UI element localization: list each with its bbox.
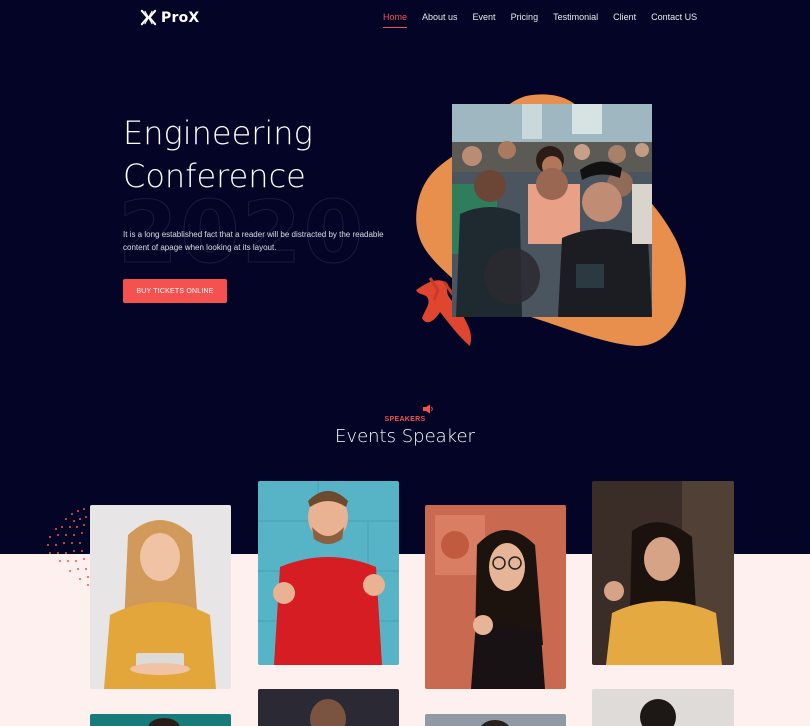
nav-item-home[interactable]: Home <box>383 12 408 28</box>
main-menu: Home About us Event Pricing Testimonial … <box>383 12 712 28</box>
speaker-card-1[interactable] <box>90 505 231 689</box>
speakers-section-title: Events Speaker <box>335 426 475 447</box>
megaphone-icon <box>423 404 433 414</box>
speaker-card-4[interactable] <box>592 481 734 665</box>
speaker-card-6[interactable] <box>258 689 399 726</box>
hero-title-line2: Conference <box>123 157 306 195</box>
hero-description: It is a long established fact that a rea… <box>123 230 384 252</box>
brand-logo[interactable]: ProX <box>139 8 199 27</box>
nav-item-pricing[interactable]: Pricing <box>511 12 539 22</box>
hero-title-line1: Engineering <box>123 114 313 152</box>
speaker-card-2[interactable] <box>258 481 399 665</box>
nav-item-contact-us[interactable]: Contact US <box>651 12 697 22</box>
nav-item-event[interactable]: Event <box>473 12 496 22</box>
brand-name: ProX <box>161 9 200 26</box>
nav-item-client[interactable]: Client <box>613 12 636 22</box>
x-logo-icon <box>140 9 157 26</box>
hero-title: Engineering Conference <box>123 112 313 198</box>
top-navigation: ProX Home About us Event Pricing Testimo… <box>0 0 810 38</box>
hero-audience-photo <box>452 104 652 317</box>
dots-decoration <box>47 508 89 586</box>
speakers-eyebrow: SPEAKERS <box>384 416 426 423</box>
speaker-card-5[interactable] <box>90 714 231 726</box>
speaker-card-3[interactable] <box>425 505 566 689</box>
nav-item-testimonial[interactable]: Testimonial <box>553 12 598 22</box>
nav-item-about-us[interactable]: About us <box>422 12 458 22</box>
buy-tickets-button[interactable]: BUY TICKETS ONLINE <box>123 279 227 303</box>
speaker-card-7[interactable] <box>425 714 566 726</box>
speaker-card-8[interactable] <box>592 689 734 726</box>
